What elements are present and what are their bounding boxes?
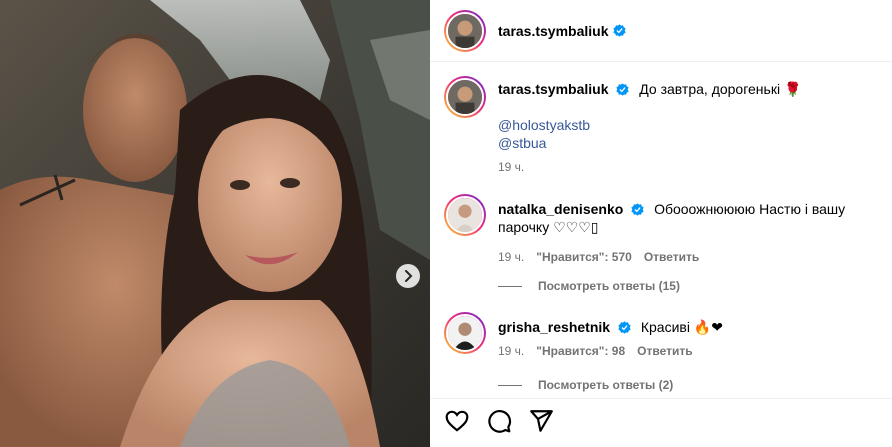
share-button[interactable] xyxy=(528,408,554,434)
replies-divider-line xyxy=(498,384,522,386)
actions-divider xyxy=(430,398,892,399)
post-photo-image xyxy=(0,0,430,447)
author-username[interactable]: taras.tsymbaliuk xyxy=(498,23,609,39)
comment-item: natalka_denisenko Обооожнюююю Настю і ва… xyxy=(444,194,882,266)
reply-button[interactable]: Ответить xyxy=(644,248,699,266)
verified-badge-icon xyxy=(616,83,630,96)
verified-badge-icon xyxy=(612,24,626,37)
view-replies-label: Посмотреть ответы (15) xyxy=(538,279,680,293)
author-avatar[interactable] xyxy=(444,9,486,52)
mention-link[interactable]: @stbua xyxy=(498,134,882,152)
next-photo-button[interactable] xyxy=(396,264,420,288)
comment-likes[interactable]: "Нравится": 98 xyxy=(536,342,625,360)
commenter-avatar[interactable] xyxy=(444,194,486,236)
comment-timestamp[interactable]: 19 ч. xyxy=(498,342,524,360)
comment-bubble-icon xyxy=(488,410,512,433)
caption-text: До завтра, дорогенькі 🌹 xyxy=(639,81,802,97)
view-replies-label: Посмотреть ответы (2) xyxy=(538,378,674,392)
reply-button[interactable]: Ответить xyxy=(637,342,692,360)
verified-badge-icon xyxy=(618,321,631,334)
paper-plane-icon xyxy=(530,410,553,432)
post-photo[interactable] xyxy=(0,0,430,447)
commenter-username[interactable]: natalka_denisenko xyxy=(498,201,623,217)
comment-text: Красиві 🔥❤ xyxy=(640,319,723,335)
post-header: taras.tsymbaliuk xyxy=(430,0,892,62)
like-button[interactable] xyxy=(444,408,470,434)
comment-timestamp[interactable]: 19 ч. xyxy=(498,248,524,266)
caption-username[interactable]: taras.tsymbaliuk xyxy=(498,81,609,97)
view-replies-button[interactable]: Посмотреть ответы (2) xyxy=(498,378,673,392)
comment-item: grisha_reshetnik Красиві 🔥❤ 19 ч. "Нрави… xyxy=(444,312,882,360)
comment-button[interactable] xyxy=(486,408,512,434)
commenter-username[interactable]: grisha_reshetnik xyxy=(498,319,610,335)
heart-icon xyxy=(445,410,469,432)
caption-timestamp[interactable]: 19 ч. xyxy=(498,158,524,176)
post-panel: taras.tsymbaliuk taras.tsymbaliuk До зав… xyxy=(430,0,892,447)
mention-link[interactable]: @holostyakstb xyxy=(498,116,882,134)
commenter-avatar[interactable] xyxy=(444,312,486,354)
post-caption: taras.tsymbaliuk До завтра, дорогенькі 🌹… xyxy=(444,76,882,176)
comment-likes[interactable]: "Нравится": 570 xyxy=(536,248,632,266)
replies-divider-line xyxy=(498,285,522,287)
caption-avatar[interactable] xyxy=(444,76,486,118)
view-replies-button[interactable]: Посмотреть ответы (15) xyxy=(498,279,680,293)
post-actions xyxy=(444,408,554,434)
verified-badge-icon xyxy=(631,203,644,216)
chevron-right-icon xyxy=(405,270,413,282)
